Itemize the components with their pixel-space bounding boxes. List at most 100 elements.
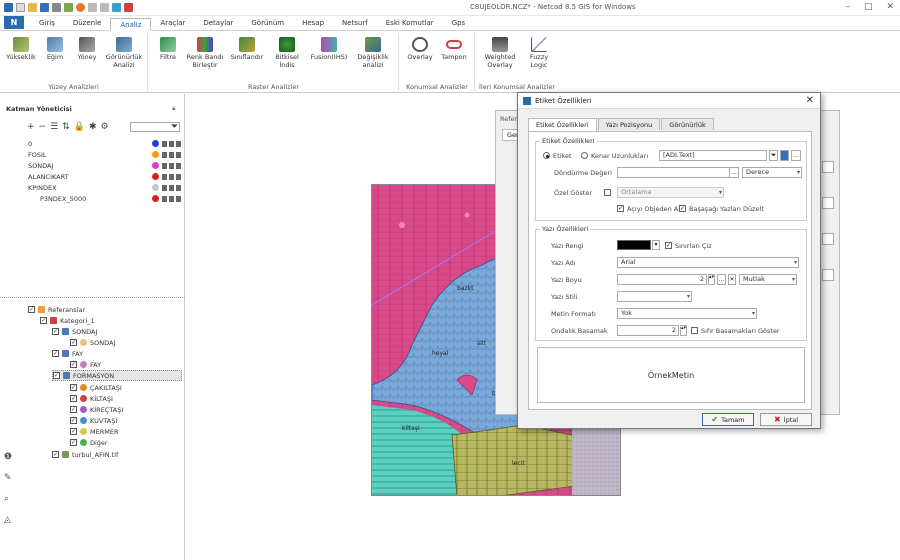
print-icon[interactable]	[176, 173, 181, 180]
custom-show-checkbox[interactable]	[604, 189, 611, 196]
layer-color-icon[interactable]	[152, 173, 159, 180]
size-clear-icon[interactable]: ✕	[728, 274, 736, 285]
tree-item[interactable]: ✓ SONDAJ	[52, 326, 97, 337]
menu-araclar[interactable]: Araçlar	[151, 17, 194, 30]
text-style-select[interactable]: ▾	[617, 291, 692, 302]
color-dropdown-icon[interactable]: ▾	[652, 240, 660, 250]
tree-item[interactable]: ✓ FAY	[52, 348, 83, 359]
print-icon[interactable]	[176, 195, 181, 202]
lock-icon[interactable]	[169, 195, 174, 202]
layer-color-icon[interactable]	[152, 162, 159, 169]
formation-item[interactable]: ✓ ÇAKILTAŞI	[70, 382, 122, 393]
checkbox[interactable]: ✓	[70, 406, 77, 413]
new-file-icon[interactable]	[16, 3, 25, 12]
formation-item[interactable]: ✓ MERMER	[70, 426, 118, 437]
color-band-merge-button[interactable]: Renk Bandı Birleştir	[185, 37, 225, 69]
visibility-icon[interactable]	[162, 140, 167, 147]
menu-giris[interactable]: Giriş	[30, 17, 64, 30]
checkbox[interactable]: ✓	[70, 439, 77, 446]
aspect-button[interactable]: Yöney	[72, 37, 102, 62]
app-logo-icon[interactable]	[4, 3, 13, 12]
checkbox[interactable]: ✓	[40, 317, 47, 324]
print-icon[interactable]	[176, 151, 181, 158]
lock-icon[interactable]	[169, 140, 174, 147]
undo-icon[interactable]	[88, 3, 97, 12]
classify-button[interactable]: Sınıflandır	[229, 37, 265, 62]
lock-icon[interactable]: 🔒	[74, 122, 85, 132]
layer-row[interactable]: SONDAJ	[28, 160, 183, 171]
draw-borders-checkbox[interactable]: ✓	[665, 242, 672, 249]
menu-duzenle[interactable]: Düzenle	[64, 17, 111, 30]
checkbox[interactable]: ✓	[52, 350, 59, 357]
layer-row[interactable]: FOSIL	[28, 149, 183, 160]
size-spinner-icon[interactable]: ▴▾	[708, 274, 715, 285]
bg-side-button[interactable]	[822, 269, 834, 281]
lock-icon[interactable]	[169, 173, 174, 180]
tab-text-position[interactable]: Yazı Pozisyonu	[597, 118, 661, 130]
checkbox[interactable]: ✓	[70, 428, 77, 435]
fix-upside-down-checkbox[interactable]: ✓	[679, 205, 686, 212]
layer-color-icon[interactable]	[152, 184, 159, 191]
visibility-icon[interactable]	[162, 162, 167, 169]
print-icon[interactable]	[176, 162, 181, 169]
layer-row[interactable]: KPINDEX	[28, 182, 183, 193]
tab-visibility[interactable]: Görünürlük	[661, 118, 714, 130]
change-analysis-button[interactable]: Değişiklik analizi	[353, 37, 393, 69]
label-radio[interactable]	[543, 152, 550, 159]
info-icon[interactable]	[76, 3, 85, 12]
label-expression-input[interactable]: [ADI.Text]	[659, 150, 767, 161]
layer-row[interactable]: P3NDEX_5000	[40, 193, 183, 204]
expression-save-icon[interactable]	[780, 150, 789, 161]
checkbox[interactable]: ✓	[52, 451, 59, 458]
text-format-select[interactable]: Yok ▾	[617, 308, 757, 319]
visibility-icon[interactable]	[162, 195, 167, 202]
funnel-icon[interactable]: ⏷	[171, 122, 178, 132]
splitter[interactable]	[0, 297, 185, 298]
lock-icon[interactable]	[169, 162, 174, 169]
menu-gorunum[interactable]: Görünüm	[242, 17, 293, 30]
lock-icon[interactable]	[169, 184, 174, 191]
filter-button[interactable]: Filtre	[153, 37, 183, 62]
checkbox[interactable]: ✓	[70, 417, 77, 424]
menu-netsurf[interactable]: Netsurf	[333, 17, 377, 30]
formation-item[interactable]: ✓ KİLTAŞI	[70, 393, 113, 404]
decimal-places-input[interactable]: 2	[617, 325, 679, 336]
checkbox[interactable]: ✓	[28, 306, 35, 313]
save-icon[interactable]	[40, 3, 49, 12]
buffer-button[interactable]: Tampon	[438, 37, 470, 62]
checkbox[interactable]: ✓	[70, 384, 77, 391]
remove-icon[interactable]: −	[39, 122, 47, 132]
measure-icon[interactable]: ◬	[4, 515, 12, 525]
plugin-icon[interactable]	[124, 3, 133, 12]
brush-icon[interactable]: ✎	[4, 473, 12, 483]
layer-color-icon[interactable]	[152, 151, 159, 158]
settings-icon[interactable]: ⚙	[100, 122, 108, 132]
bg-side-button[interactable]	[822, 197, 834, 209]
angle-from-object-checkbox[interactable]: ✓	[617, 205, 624, 212]
edge-length-radio[interactable]	[581, 152, 588, 159]
cancel-button[interactable]: ✖ İptal	[760, 413, 812, 426]
netcad-logo-icon[interactable]: N	[4, 16, 24, 29]
checkbox[interactable]: ✓	[53, 372, 60, 379]
tree-item-selected[interactable]: ✓ FORMASYON	[52, 370, 182, 381]
checkbox[interactable]: ✓	[70, 395, 77, 402]
tab-label-properties[interactable]: Etiket Özellikleri	[528, 118, 597, 131]
info-icon[interactable]: ❶	[4, 452, 12, 462]
size-more-button[interactable]: ...	[717, 274, 726, 285]
sort-icon[interactable]: ⇅	[62, 122, 70, 132]
checkbox[interactable]: ✓	[70, 361, 77, 368]
expression-filter-icon[interactable]: ⏷	[769, 150, 778, 161]
fuzzy-logic-button[interactable]: Fuzzy Logic	[522, 37, 556, 69]
formation-item[interactable]: ✓ KUVTAŞI	[70, 415, 117, 426]
minimize-icon[interactable]: –	[845, 2, 850, 12]
list-icon[interactable]: ☰	[50, 122, 58, 132]
expression-more-button[interactable]: ...	[791, 150, 801, 161]
formation-item[interactable]: ✓ KİREÇTAŞI	[70, 404, 123, 415]
menu-hesap[interactable]: Hesap	[293, 17, 333, 30]
tree-root[interactable]: ✓ Referanslar	[28, 304, 85, 315]
tree-group[interactable]: ✓ Kategori_1	[40, 315, 95, 326]
slope-button[interactable]: Eğim	[40, 37, 70, 62]
layer-color-icon[interactable]	[152, 140, 159, 147]
zoom-icon[interactable]: ⌕	[4, 494, 12, 504]
maximize-icon[interactable]: □	[864, 2, 873, 12]
